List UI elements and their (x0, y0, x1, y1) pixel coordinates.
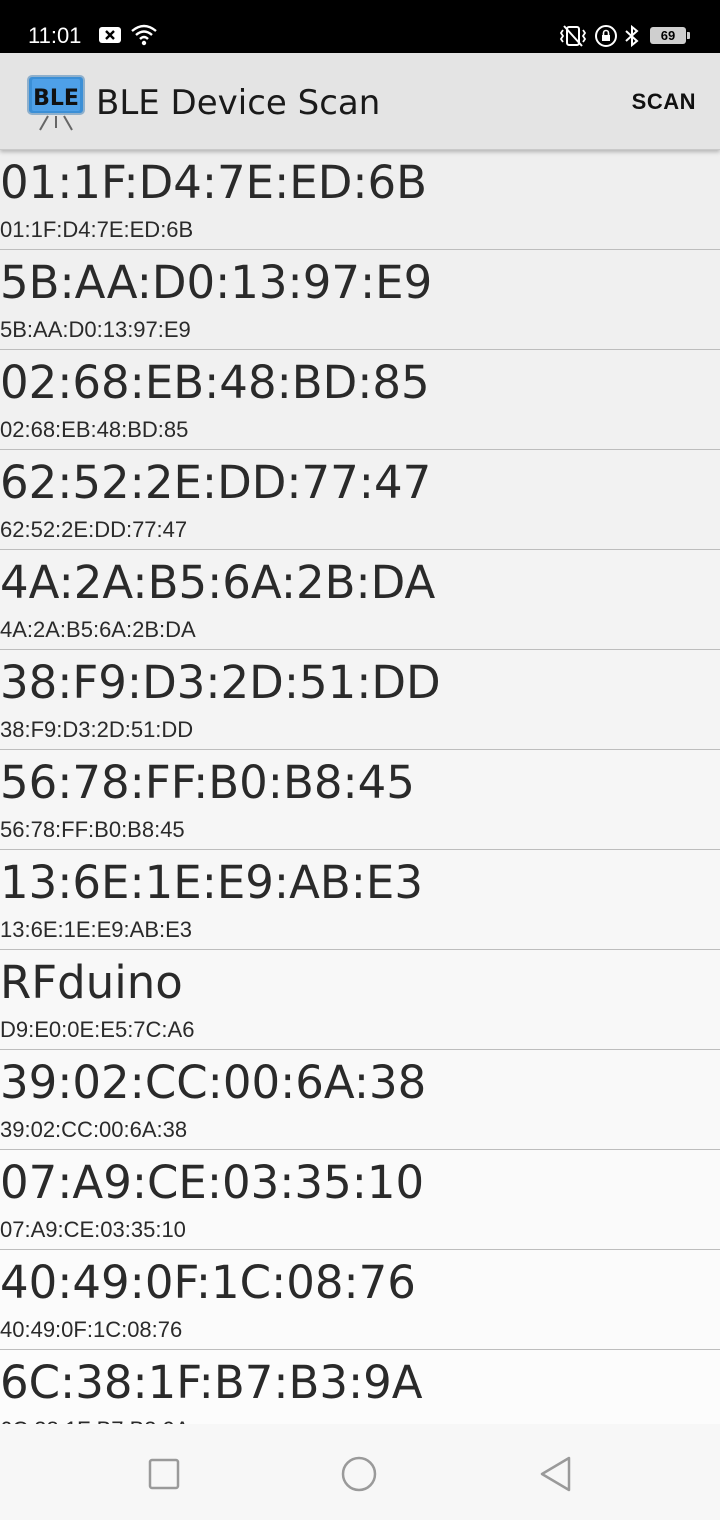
device-address: 01:1F:D4:7E:ED:6B (0, 217, 194, 242)
ble-app-icon-text: BLE (33, 86, 79, 111)
device-name: 02:68:EB:48:BD:85 (0, 356, 430, 409)
device-row[interactable]: 4A:2A:B5:6A:2B:DA 4A:2A:B5:6A:2B:DA (0, 550, 720, 650)
device-row[interactable]: 39:02:CC:00:6A:38 39:02:CC:00:6A:38 (0, 1050, 720, 1150)
device-row[interactable]: 02:68:EB:48:BD:85 02:68:EB:48:BD:85 (0, 350, 720, 450)
device-row[interactable]: 6C:38:1F:B7:B3:9A 6C:38:1F:B7:B3:9A (0, 1350, 720, 1424)
device-address: 02:68:EB:48:BD:85 (0, 417, 189, 442)
status-time: 11:01 (28, 23, 82, 48)
recents-square-icon[interactable] (144, 1454, 184, 1494)
device-name: 62:52:2E:DD:77:47 (0, 456, 432, 509)
wifi-icon (130, 24, 158, 50)
device-name: 4A:2A:B5:6A:2B:DA (0, 556, 436, 609)
app-bar: BLE BLE Device Scan SCAN (0, 53, 720, 150)
back-triangle-icon[interactable] (536, 1454, 576, 1494)
nav-bar (0, 1424, 720, 1520)
page-title: BLE Device Scan (96, 83, 381, 123)
home-circle-icon[interactable] (339, 1454, 379, 1494)
notification-x-icon (98, 24, 122, 50)
device-row[interactable]: 5B:AA:D0:13:97:E9 5B:AA:D0:13:97:E9 (0, 250, 720, 350)
device-name: 39:02:CC:00:6A:38 (0, 1056, 427, 1109)
device-address: 56:78:FF:B0:B8:45 (0, 817, 185, 842)
device-address: 38:F9:D3:2D:51:DD (0, 717, 194, 742)
bluetooth-icon (623, 24, 641, 52)
device-name: RFduino (0, 956, 183, 1009)
device-row[interactable]: 62:52:2E:DD:77:47 62:52:2E:DD:77:47 (0, 450, 720, 550)
scan-button[interactable]: SCAN (632, 89, 696, 115)
device-row[interactable]: 56:78:FF:B0:B8:45 56:78:FF:B0:B8:45 (0, 750, 720, 850)
device-name: 5B:AA:D0:13:97:E9 (0, 256, 433, 309)
status-bar: 11:01 69 (0, 0, 720, 53)
device-row[interactable]: 40:49:0F:1C:08:76 40:49:0F:1C:08:76 (0, 1250, 720, 1350)
battery-icon: 69 (650, 27, 690, 44)
device-name: 07:A9:CE:03:35:10 (0, 1156, 425, 1209)
device-row[interactable]: RFduino D9:E0:0E:E5:7C:A6 (0, 950, 720, 1050)
device-list[interactable]: 01:1F:D4:7E:ED:6B 01:1F:D4:7E:ED:6B 5B:AA:… (0, 150, 720, 1424)
device-address: 62:52:2E:DD:77:47 (0, 517, 188, 542)
device-address: 4A:2A:B5:6A:2B:DA (0, 617, 196, 642)
device-name: 40:49:0F:1C:08:76 (0, 1256, 416, 1309)
device-name: 13:6E:1E:E9:AB:E3 (0, 856, 423, 909)
device-address: 40:49:0F:1C:08:76 (0, 1317, 183, 1342)
lock-rotation-icon (594, 24, 618, 52)
device-address: 39:02:CC:00:6A:38 (0, 1117, 188, 1142)
device-address: 5B:AA:D0:13:97:E9 (0, 317, 191, 342)
device-address: 13:6E:1E:E9:AB:E3 (0, 917, 193, 942)
device-address: D9:E0:0E:E5:7C:A6 (0, 1017, 195, 1042)
vibrate-icon (558, 24, 588, 52)
device-row[interactable]: 07:A9:CE:03:35:10 07:A9:CE:03:35:10 (0, 1150, 720, 1250)
device-row[interactable]: 13:6E:1E:E9:AB:E3 13:6E:1E:E9:AB:E3 (0, 850, 720, 950)
device-row[interactable]: 01:1F:D4:7E:ED:6B 01:1F:D4:7E:ED:6B (0, 150, 720, 250)
device-address: 6C:38:1F:B7:B3:9A (0, 1417, 190, 1424)
device-address: 07:A9:CE:03:35:10 (0, 1217, 186, 1242)
device-name: 01:1F:D4:7E:ED:6B (0, 156, 428, 209)
device-name: 6C:38:1F:B7:B3:9A (0, 1356, 423, 1409)
device-name: 38:F9:D3:2D:51:DD (0, 656, 441, 709)
device-name: 56:78:FF:B0:B8:45 (0, 756, 415, 809)
device-row[interactable]: 38:F9:D3:2D:51:DD 38:F9:D3:2D:51:DD (0, 650, 720, 750)
ble-app-icon: BLE (26, 74, 86, 132)
